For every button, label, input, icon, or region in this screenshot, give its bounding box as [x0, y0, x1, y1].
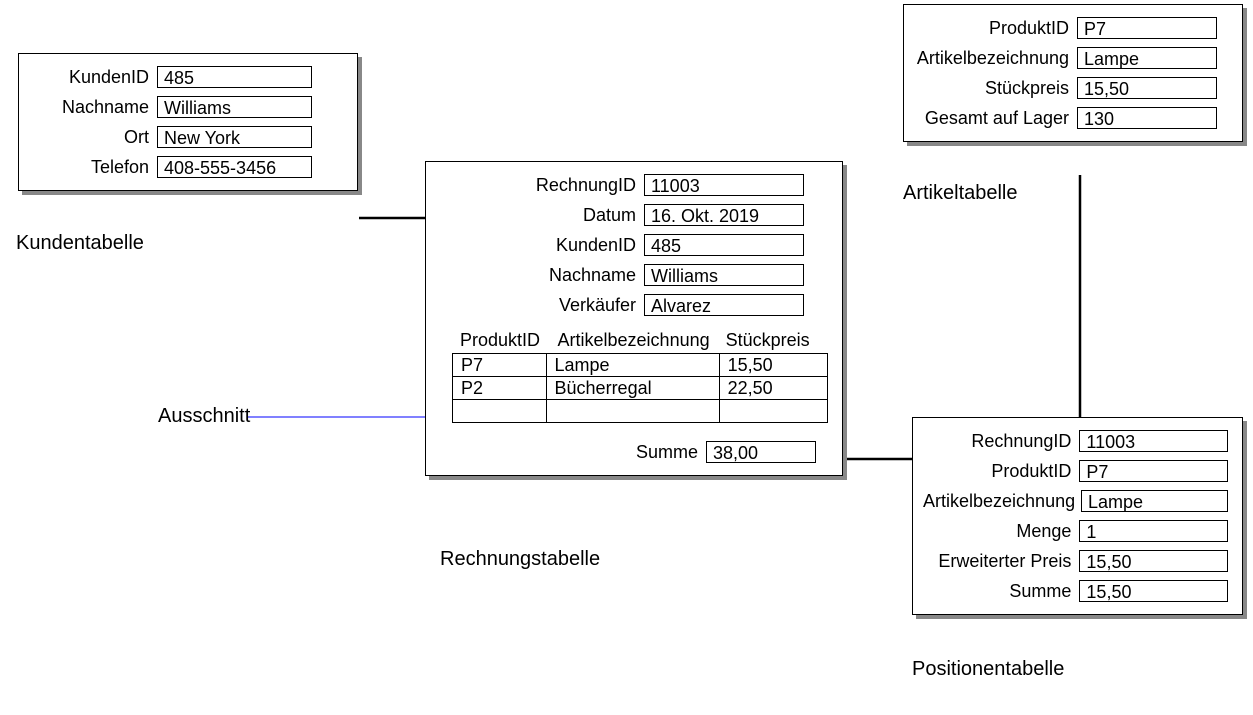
rech-line-row: P7 Lampe 15,50 [452, 353, 828, 377]
rech-cell-stk: 22,50 [719, 376, 828, 400]
rech-cell-stk: 15,50 [719, 353, 828, 377]
artikeltabelle-panel: ProduktID P7 Artikelbezeichnung Lampe St… [903, 4, 1243, 142]
positionentabelle-caption: Positionentabelle [912, 658, 1064, 681]
artikel-value-stueckpreis: 15,50 [1077, 77, 1217, 99]
rech-col-produktid: ProduktID [452, 330, 550, 353]
kunden-value-kundenid: 485 [157, 66, 312, 88]
artikel-value-artbez: Lampe [1077, 47, 1217, 69]
pos-row-rechnungid: RechnungID 11003 [923, 430, 1228, 452]
rech-label-summe: Summe [636, 442, 698, 463]
rech-line-row [452, 400, 828, 423]
rech-value-summe: 38,00 [706, 441, 816, 463]
pos-value-summe: 15,50 [1079, 580, 1228, 602]
kunden-row-kundenid: KundenID 485 [29, 66, 343, 88]
rech-col-stueckpreis: Stückpreis [718, 330, 828, 353]
rech-cell-stk [719, 399, 828, 423]
kunden-value-ort: New York [157, 126, 312, 148]
rech-col-artbez: Artikelbezeichnung [550, 330, 718, 353]
rech-line-items: ProduktID Artikelbezeichnung Stückpreis … [452, 330, 828, 423]
rech-row-summe: Summe 38,00 [436, 441, 816, 463]
rech-row-datum: Datum 16. Okt. 2019 [436, 204, 828, 226]
kunden-label-kundenid: KundenID [29, 67, 149, 88]
artikel-label-artbez: Artikelbezeichnung [914, 48, 1069, 69]
artikel-label-produktid: ProduktID [914, 18, 1069, 39]
rech-cell-art: Bücherregal [546, 376, 720, 400]
kunden-label-ort: Ort [29, 127, 149, 148]
rech-cell-art [546, 399, 720, 423]
kunden-value-nachname: Williams [157, 96, 312, 118]
rech-line-headers: ProduktID Artikelbezeichnung Stückpreis [452, 330, 828, 353]
rech-label-rechnungid: RechnungID [436, 175, 636, 196]
pos-row-menge: Menge 1 [923, 520, 1228, 542]
pos-value-erwpreis: 15,50 [1079, 550, 1228, 572]
pos-label-artbez: Artikelbezeichnung [923, 491, 1073, 512]
artikeltabelle-caption: Artikeltabelle [903, 182, 1018, 205]
rechnungstabelle-panel: RechnungID 11003 Datum 16. Okt. 2019 Kun… [425, 161, 843, 476]
rech-value-datum: 16. Okt. 2019 [644, 204, 804, 226]
artikel-label-stueckpreis: Stückpreis [914, 78, 1069, 99]
kunden-row-telefon: Telefon 408-555-3456 [29, 156, 343, 178]
rech-line-row: P2 Bücherregal 22,50 [452, 377, 828, 400]
pos-value-produktid: P7 [1079, 460, 1228, 482]
rech-cell-pid: P2 [452, 376, 547, 400]
rech-cell-pid [452, 399, 547, 423]
rechnungstabelle-caption: Rechnungstabelle [440, 548, 600, 571]
rech-value-nachname: Williams [644, 264, 804, 286]
kundentabelle-caption: Kundentabelle [16, 232, 144, 255]
rech-row-verkaeufer: Verkäufer Alvarez [436, 294, 828, 316]
rech-label-kundenid: KundenID [436, 235, 636, 256]
pos-value-rechnungid: 11003 [1079, 430, 1228, 452]
kunden-row-nachname: Nachname Williams [29, 96, 343, 118]
pos-row-produktid: ProduktID P7 [923, 460, 1228, 482]
pos-row-erwpreis: Erweiterter Preis 15,50 [923, 550, 1228, 572]
pos-label-rechnungid: RechnungID [923, 431, 1071, 452]
pos-row-artbez: Artikelbezeichnung Lampe [923, 490, 1228, 512]
artikel-row-lager: Gesamt auf Lager 130 [914, 107, 1228, 129]
pos-row-summe: Summe 15,50 [923, 580, 1228, 602]
positionentabelle-panel: RechnungID 11003 ProduktID P7 Artikelbez… [912, 417, 1243, 615]
pos-value-artbez: Lampe [1081, 490, 1228, 512]
rech-value-rechnungid: 11003 [644, 174, 804, 196]
artikel-value-produktid: P7 [1077, 17, 1217, 39]
pos-label-erwpreis: Erweiterter Preis [923, 551, 1071, 572]
rech-label-nachname: Nachname [436, 265, 636, 286]
kunden-row-ort: Ort New York [29, 126, 343, 148]
rech-label-datum: Datum [436, 205, 636, 226]
pos-value-menge: 1 [1079, 520, 1228, 542]
rech-cell-pid: P7 [452, 353, 547, 377]
kunden-value-telefon: 408-555-3456 [157, 156, 312, 178]
rech-row-nachname: Nachname Williams [436, 264, 828, 286]
rech-value-verkaeufer: Alvarez [644, 294, 804, 316]
kundentabelle-panel: KundenID 485 Nachname Williams Ort New Y… [18, 53, 358, 191]
rech-row-kundenid: KundenID 485 [436, 234, 828, 256]
kunden-label-telefon: Telefon [29, 157, 149, 178]
artikel-label-lager: Gesamt auf Lager [914, 108, 1069, 129]
ausschnitt-label: Ausschnitt [158, 405, 250, 428]
pos-label-summe: Summe [923, 581, 1071, 602]
rech-row-rechnungid: RechnungID 11003 [436, 174, 828, 196]
artikel-value-lager: 130 [1077, 107, 1217, 129]
rech-label-verkaeufer: Verkäufer [436, 295, 636, 316]
artikel-row-produktid: ProduktID P7 [914, 17, 1228, 39]
rech-cell-art: Lampe [546, 353, 720, 377]
pos-label-menge: Menge [923, 521, 1071, 542]
artikel-row-stueckpreis: Stückpreis 15,50 [914, 77, 1228, 99]
rech-value-kundenid: 485 [644, 234, 804, 256]
pos-label-produktid: ProduktID [923, 461, 1071, 482]
artikel-row-artbez: Artikelbezeichnung Lampe [914, 47, 1228, 69]
kunden-label-nachname: Nachname [29, 97, 149, 118]
